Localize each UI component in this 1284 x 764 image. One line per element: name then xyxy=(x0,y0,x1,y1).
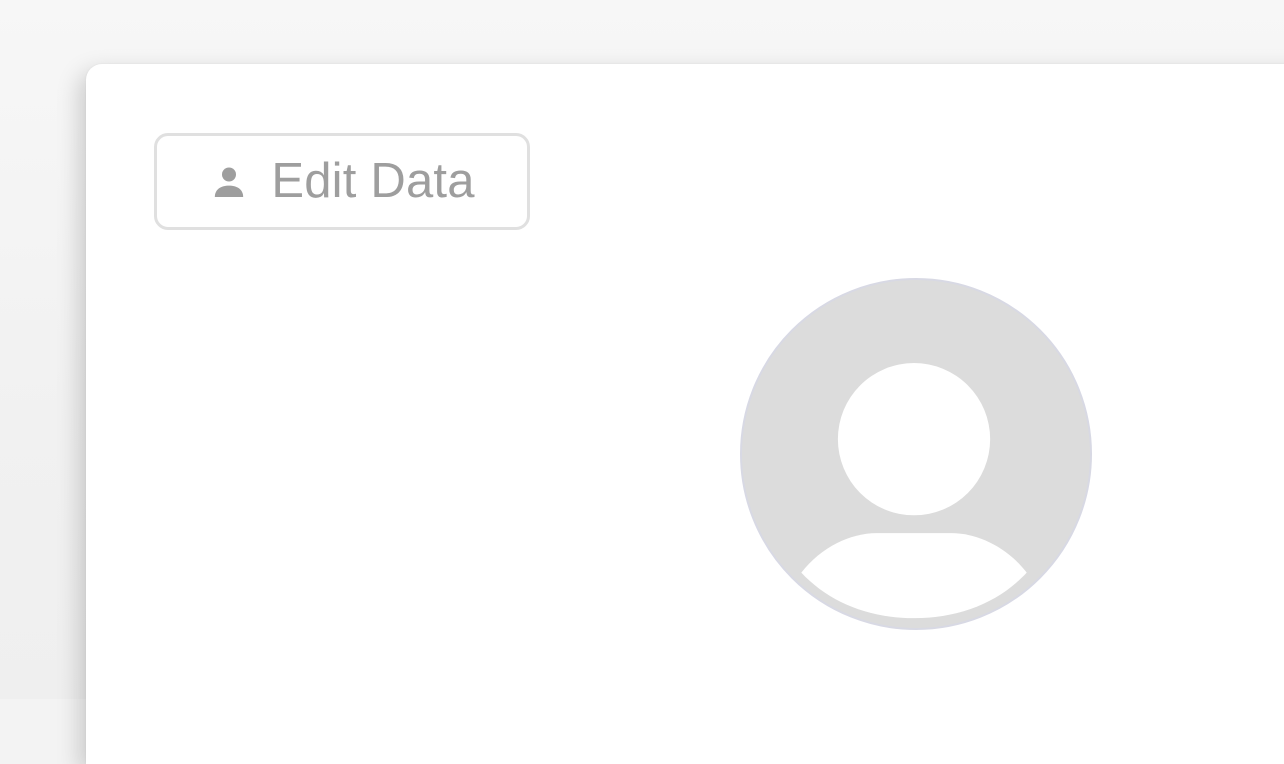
avatar[interactable] xyxy=(740,278,1092,630)
edit-data-label: Edit Data xyxy=(271,154,475,208)
edit-data-button[interactable]: Edit Data xyxy=(154,133,530,230)
profile-card: Edit Data xyxy=(86,64,1284,764)
person-icon xyxy=(209,162,249,202)
default-avatar-icon xyxy=(801,363,1027,619)
